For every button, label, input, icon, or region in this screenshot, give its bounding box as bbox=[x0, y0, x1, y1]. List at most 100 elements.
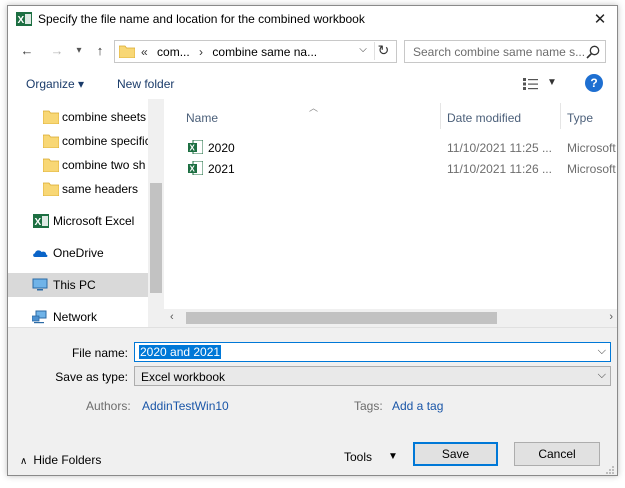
svg-text:X: X bbox=[190, 144, 196, 153]
folder-icon bbox=[119, 45, 135, 58]
nav-item-microsoft-excel[interactable]: X Microsoft Excel bbox=[8, 209, 148, 233]
cancel-button[interactable]: Cancel bbox=[514, 442, 600, 466]
back-button[interactable]: ← bbox=[18, 41, 36, 59]
network-icon bbox=[32, 310, 47, 324]
navigation-bar: ← → ▾ ↑ « com... › combine same na... ⌵ bbox=[8, 37, 617, 65]
arrow-right-icon: → bbox=[50, 42, 64, 58]
nav-item-combine-sheets[interactable]: combine sheets bbox=[8, 105, 148, 129]
file-name-value: 2020 and 2021 bbox=[139, 345, 222, 359]
excel-app-icon: X bbox=[16, 12, 32, 26]
file-date: 11/10/2021 11:26 ... bbox=[447, 162, 552, 176]
scrollbar-thumb[interactable] bbox=[186, 312, 497, 324]
nav-item-network[interactable]: Network bbox=[8, 305, 148, 327]
view-dropdown-button[interactable]: ▼ bbox=[547, 77, 557, 88]
hide-folders-button[interactable]: ∧ Hide Folders bbox=[20, 453, 101, 467]
chevron-down-icon[interactable]: ⌵ bbox=[598, 345, 606, 358]
breadcrumb: « com... › combine same na... bbox=[141, 45, 323, 59]
column-divider[interactable] bbox=[440, 103, 441, 129]
navigation-scrollbar[interactable] bbox=[148, 99, 164, 327]
refresh-button[interactable]: ↻ bbox=[374, 42, 392, 60]
sort-ascending-icon: ︿ bbox=[309, 103, 319, 113]
file-date: 11/10/2021 11:25 ... bbox=[447, 141, 552, 155]
dialog-title: Specify the file name and location for t… bbox=[38, 12, 365, 26]
tools-label: Tools bbox=[344, 450, 373, 464]
column-header-name[interactable]: Name bbox=[186, 111, 218, 125]
navigation-pane: combine sheets combine specific combine … bbox=[8, 99, 164, 327]
recent-locations-button[interactable]: ▾ bbox=[70, 41, 88, 59]
file-row[interactable]: X 2020 11/10/2021 11:25 ... Microsoft bbox=[164, 137, 617, 157]
nav-item-label: same headers bbox=[62, 182, 139, 196]
up-button[interactable]: ↑ bbox=[91, 41, 109, 59]
svg-text:X: X bbox=[190, 165, 196, 174]
scroll-right-icon[interactable]: › bbox=[609, 311, 613, 323]
file-list-scrollbar[interactable]: ‹ › bbox=[164, 309, 617, 327]
file-type: Microsoft bbox=[567, 141, 616, 155]
hide-folders-label: Hide Folders bbox=[33, 453, 102, 467]
column-divider[interactable] bbox=[560, 103, 561, 129]
tags-value[interactable]: Add a tag bbox=[392, 399, 443, 413]
nav-item-label: OneDrive bbox=[53, 246, 104, 260]
scrollbar-thumb[interactable] bbox=[150, 183, 162, 293]
tools-button[interactable]: Tools ▼ bbox=[344, 447, 404, 469]
address-dropdown-button[interactable]: ⌵ bbox=[356, 44, 370, 55]
chevron-down-icon: ▼ bbox=[388, 451, 398, 462]
breadcrumb-item[interactable]: com... bbox=[157, 45, 190, 59]
nav-item-label: This PC bbox=[53, 278, 96, 292]
folder-icon bbox=[43, 158, 59, 172]
onedrive-icon bbox=[33, 250, 48, 257]
title-bar: X Specify the file name and location for… bbox=[8, 6, 617, 32]
view-options-icon[interactable] bbox=[522, 77, 540, 91]
save-options-panel: File name: 2020 and 2021 ⌵ Save as type:… bbox=[8, 327, 617, 475]
search-box[interactable]: Search combine same name s... bbox=[404, 40, 606, 63]
address-bar[interactable]: « com... › combine same na... ⌵ ↻ bbox=[114, 40, 397, 63]
nav-item-combine-two[interactable]: combine two sh bbox=[8, 153, 148, 177]
file-row[interactable]: X 2021 11/10/2021 11:26 ... Microsoft bbox=[164, 158, 617, 178]
computer-icon bbox=[32, 278, 48, 291]
column-headers: ︿ Name Date modified Type bbox=[164, 99, 617, 129]
authors-label: Authors: bbox=[86, 399, 131, 413]
excel-file-icon: X bbox=[188, 161, 203, 175]
breadcrumb-separator[interactable]: › bbox=[199, 45, 203, 59]
file-name-input[interactable]: 2020 and 2021 ⌵ bbox=[134, 342, 611, 362]
save-dialog: X Specify the file name and location for… bbox=[7, 5, 618, 476]
help-button[interactable]: ? bbox=[585, 74, 603, 92]
refresh-icon: ↻ bbox=[377, 42, 390, 58]
folder-icon bbox=[43, 182, 59, 196]
column-header-type[interactable]: Type bbox=[567, 111, 593, 125]
chevron-up-icon: ∧ bbox=[20, 456, 28, 467]
nav-item-label: Network bbox=[53, 310, 98, 324]
file-name: 2021 bbox=[208, 162, 235, 176]
arrow-up-icon: ↑ bbox=[96, 42, 104, 58]
breadcrumb-overflow[interactable]: « bbox=[141, 45, 148, 59]
nav-item-same-headers[interactable]: same headers bbox=[8, 177, 148, 201]
breadcrumb-item-current[interactable]: combine same na... bbox=[212, 45, 317, 59]
nav-item-label: combine specific bbox=[62, 134, 148, 148]
search-icon bbox=[586, 45, 600, 59]
nav-item-this-pc[interactable]: This PC bbox=[8, 273, 148, 297]
authors-value[interactable]: AddinTestWin10 bbox=[142, 399, 229, 413]
save-button[interactable]: Save bbox=[413, 442, 498, 466]
excel-file-icon: X bbox=[188, 140, 203, 154]
organize-button[interactable]: Organize ▾ bbox=[26, 77, 84, 91]
file-name-label: File name: bbox=[71, 346, 128, 360]
close-button[interactable]: ✕ bbox=[583, 6, 617, 32]
save-as-type-value: Excel workbook bbox=[141, 370, 226, 384]
new-folder-button[interactable]: New folder bbox=[117, 77, 174, 91]
forward-button[interactable]: → bbox=[48, 41, 66, 59]
nav-item-label: Microsoft Excel bbox=[53, 214, 135, 228]
nav-item-onedrive[interactable]: OneDrive bbox=[8, 241, 148, 265]
scroll-left-icon[interactable]: ‹ bbox=[170, 311, 174, 323]
nav-item-combine-specific[interactable]: combine specific bbox=[8, 129, 148, 153]
chevron-down-icon: ▾ bbox=[76, 44, 82, 56]
chevron-down-icon: ▼ bbox=[547, 77, 557, 88]
nav-item-label: combine two sh bbox=[62, 158, 146, 172]
save-as-type-select[interactable]: Excel workbook ⌵ bbox=[134, 366, 611, 386]
search-placeholder: Search combine same name s... bbox=[413, 45, 586, 59]
svg-text:X: X bbox=[18, 15, 25, 26]
svg-text:X: X bbox=[35, 217, 42, 228]
folder-icon bbox=[43, 110, 59, 124]
navigation-tree: combine sheets combine specific combine … bbox=[8, 99, 148, 327]
column-header-date[interactable]: Date modified bbox=[447, 111, 521, 125]
save-as-type-label: Save as type: bbox=[55, 370, 128, 384]
resize-grip-icon[interactable] bbox=[605, 465, 615, 475]
